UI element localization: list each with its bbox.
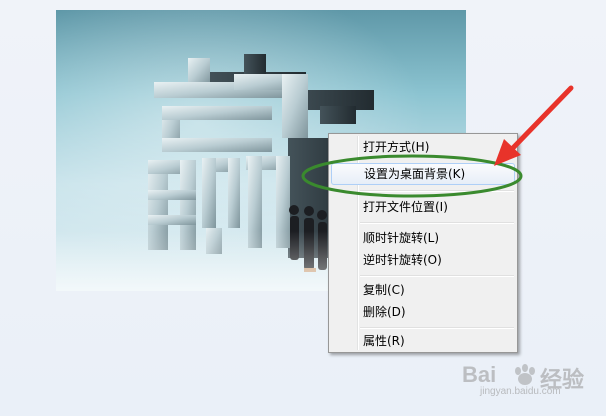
baidu-jingyan-watermark: Bai 经验 jingyan.baidu.com [462,362,602,398]
menu-separator [360,275,514,277]
menu-item-label: 删除(D) [363,305,406,319]
menu-item-rotate-counterclockwise[interactable]: 逆时针旋转(O) [331,249,515,271]
menu-item-open-with[interactable]: 打开方式(H) [331,136,515,158]
menu-item-label: 属性(R) [363,334,405,348]
submenu-arrow-icon [505,143,509,151]
menu-item-label: 逆时针旋转(O) [363,253,442,267]
menu-item-label: 设置为桌面背景(K) [364,167,466,181]
menu-separator [360,222,514,224]
menu-item-label: 打开方式(H) [363,140,430,154]
menu-item-copy[interactable]: 复制(C) [331,279,515,301]
menu-item-set-desktop-background[interactable]: 设置为桌面背景(K) [331,163,515,185]
context-menu: 打开方式(H) 设置为桌面背景(K) 打开文件位置(I) 顺时针旋转(L) 逆时… [328,133,518,353]
menu-item-label: 打开文件位置(I) [363,200,448,214]
watermark-url: jingyan.baidu.com [480,386,561,397]
menu-item-label: 复制(C) [363,283,405,297]
menu-item-open-file-location[interactable]: 打开文件位置(I) [331,196,515,218]
menu-item-delete[interactable]: 删除(D) [331,301,515,323]
menu-item-rotate-clockwise[interactable]: 顺时针旋转(L) [331,227,515,249]
menu-item-label: 顺时针旋转(L) [363,231,440,245]
menu-item-properties[interactable]: 属性(R) [331,330,515,352]
menu-separator [360,327,514,329]
watermark-brand: Bai [462,362,497,387]
menu-separator [360,190,514,192]
